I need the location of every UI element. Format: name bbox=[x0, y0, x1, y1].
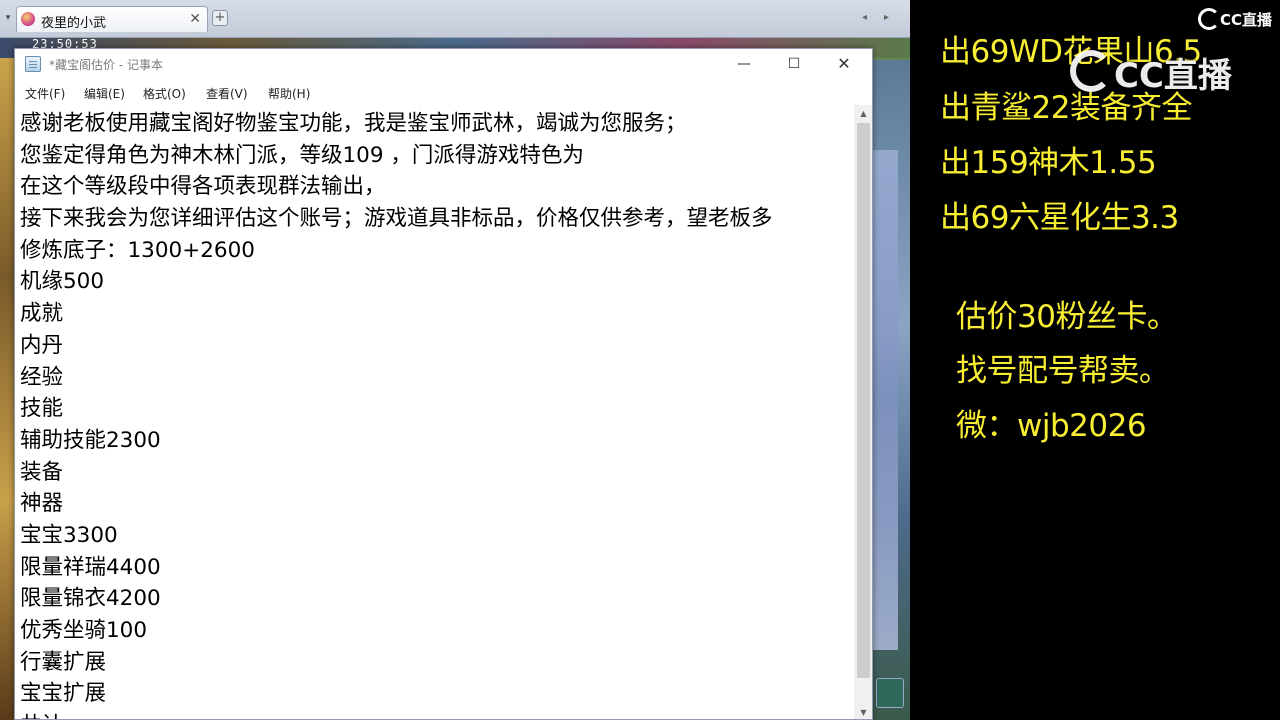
text-line: 限量祥瑞4400 bbox=[20, 554, 161, 580]
cc-watermark-ring-icon bbox=[1070, 50, 1112, 92]
text-line: 修炼底子：1300+2600 bbox=[20, 237, 255, 263]
notepad-text-area[interactable]: 感谢老板使用藏宝阁好物鉴宝功能，我是鉴宝师武林，竭诚为您服务； 您鉴定得角色为神… bbox=[15, 105, 853, 719]
game-system-icon[interactable] bbox=[876, 678, 904, 708]
text-line: 感谢老板使用藏宝阁好物鉴宝功能，我是鉴宝师武林，竭诚为您服务； bbox=[20, 111, 687, 136]
tab-title: 夜里的小武 bbox=[41, 16, 107, 31]
menu-edit[interactable]: 编辑(E) bbox=[84, 85, 125, 102]
info-line: 找号配号帮卖。 bbox=[956, 353, 1170, 389]
cc-watermark-text: CC直播 bbox=[1114, 56, 1232, 96]
game-left-hud-strip bbox=[0, 58, 14, 720]
text-line: 机缘500 bbox=[20, 269, 105, 295]
game-right-panel-scroll bbox=[870, 150, 898, 650]
cc-live-logo-watermark: CC直播 bbox=[1070, 46, 1245, 96]
notepad-app-icon bbox=[25, 56, 41, 72]
text-line: 优秀坐骑100 bbox=[20, 618, 148, 643]
notepad-title-bar[interactable]: *藏宝阁估价 - 记事本 — ☐ ✕ bbox=[15, 49, 872, 79]
tab-scroll-right-icon[interactable]: ▸ bbox=[884, 12, 889, 23]
text-line: 行囊扩展 bbox=[20, 649, 107, 675]
text-line: 您鉴定得角色为神木林门派，等级109 ，门派得游戏特色为 bbox=[20, 142, 584, 168]
tab-favicon-icon bbox=[21, 12, 35, 26]
text-line: 辅助技能2300 bbox=[20, 427, 161, 453]
vertical-scrollbar[interactable]: ▲ ▼ bbox=[854, 105, 872, 719]
text-line: 宝宝扩展 bbox=[20, 681, 107, 707]
cc-logo-text: CC直播 bbox=[1220, 11, 1273, 29]
menu-format[interactable]: 格式(O) bbox=[143, 85, 186, 102]
tab-scroll-left-icon[interactable]: ◂ bbox=[862, 12, 867, 23]
minimize-button[interactable]: — bbox=[721, 49, 767, 79]
browser-tab-bar: ▾ 夜里的小武 ✕ + ◂ ▸ bbox=[0, 0, 910, 38]
notepad-window-title: *藏宝阁估价 - 记事本 bbox=[49, 58, 163, 72]
info-line: 估价30粉丝卡。 bbox=[956, 299, 1178, 335]
info-line: 微：wjb2026 bbox=[956, 408, 1147, 444]
menu-help[interactable]: 帮助(H) bbox=[268, 85, 310, 102]
text-line: 神器 bbox=[20, 491, 64, 517]
text-line: 经验 bbox=[20, 364, 64, 390]
text-line: 限量锦衣4200 bbox=[20, 586, 161, 612]
sale-line: 出69六星化生3.3 bbox=[940, 200, 1179, 236]
text-line: 成就 bbox=[20, 301, 64, 327]
tab-close-icon[interactable]: ✕ bbox=[189, 11, 201, 27]
text-line: 内丹 bbox=[20, 332, 64, 358]
browser-tab[interactable]: 夜里的小武 ✕ bbox=[16, 6, 208, 32]
text-line: 在这个等级段中得各项表现群法输出， bbox=[20, 174, 386, 200]
sale-line: 出159神木1.55 bbox=[940, 145, 1157, 181]
notepad-menu-bar: 文件(F) 编辑(E) 格式(O) 查看(V) 帮助(H) bbox=[15, 79, 872, 105]
menu-file[interactable]: 文件(F) bbox=[25, 85, 65, 102]
text-line: 接下来我会为您详细评估这个账号；游戏道具非标品，价格仅供参考，望老板多 bbox=[20, 206, 773, 232]
cc-live-logo-small: CC直播 bbox=[1198, 8, 1276, 30]
close-button[interactable]: ✕ bbox=[821, 49, 867, 79]
scroll-down-arrow-icon[interactable]: ▼ bbox=[854, 704, 872, 719]
text-line: 共计 bbox=[20, 710, 853, 719]
maximize-button[interactable]: ☐ bbox=[771, 49, 817, 79]
new-tab-button[interactable]: + bbox=[212, 10, 228, 26]
stream-overlay-panel: CC直播 出69WD花果山6.5 出青鲨22装备齐全 出159神木1.55 出6… bbox=[910, 0, 1280, 720]
menu-view[interactable]: 查看(V) bbox=[206, 85, 248, 102]
scrollbar-thumb[interactable] bbox=[857, 123, 870, 678]
tab-menu-arrow-icon[interactable]: ▾ bbox=[3, 12, 13, 24]
text-line: 装备 bbox=[20, 459, 64, 485]
text-line: 技能 bbox=[20, 396, 64, 422]
scroll-up-arrow-icon[interactable]: ▲ bbox=[854, 105, 872, 122]
notepad-window: *藏宝阁估价 - 记事本 — ☐ ✕ 文件(F) 编辑(E) 格式(O) 查看(… bbox=[14, 48, 873, 720]
text-line: 宝宝3300 bbox=[20, 522, 118, 548]
